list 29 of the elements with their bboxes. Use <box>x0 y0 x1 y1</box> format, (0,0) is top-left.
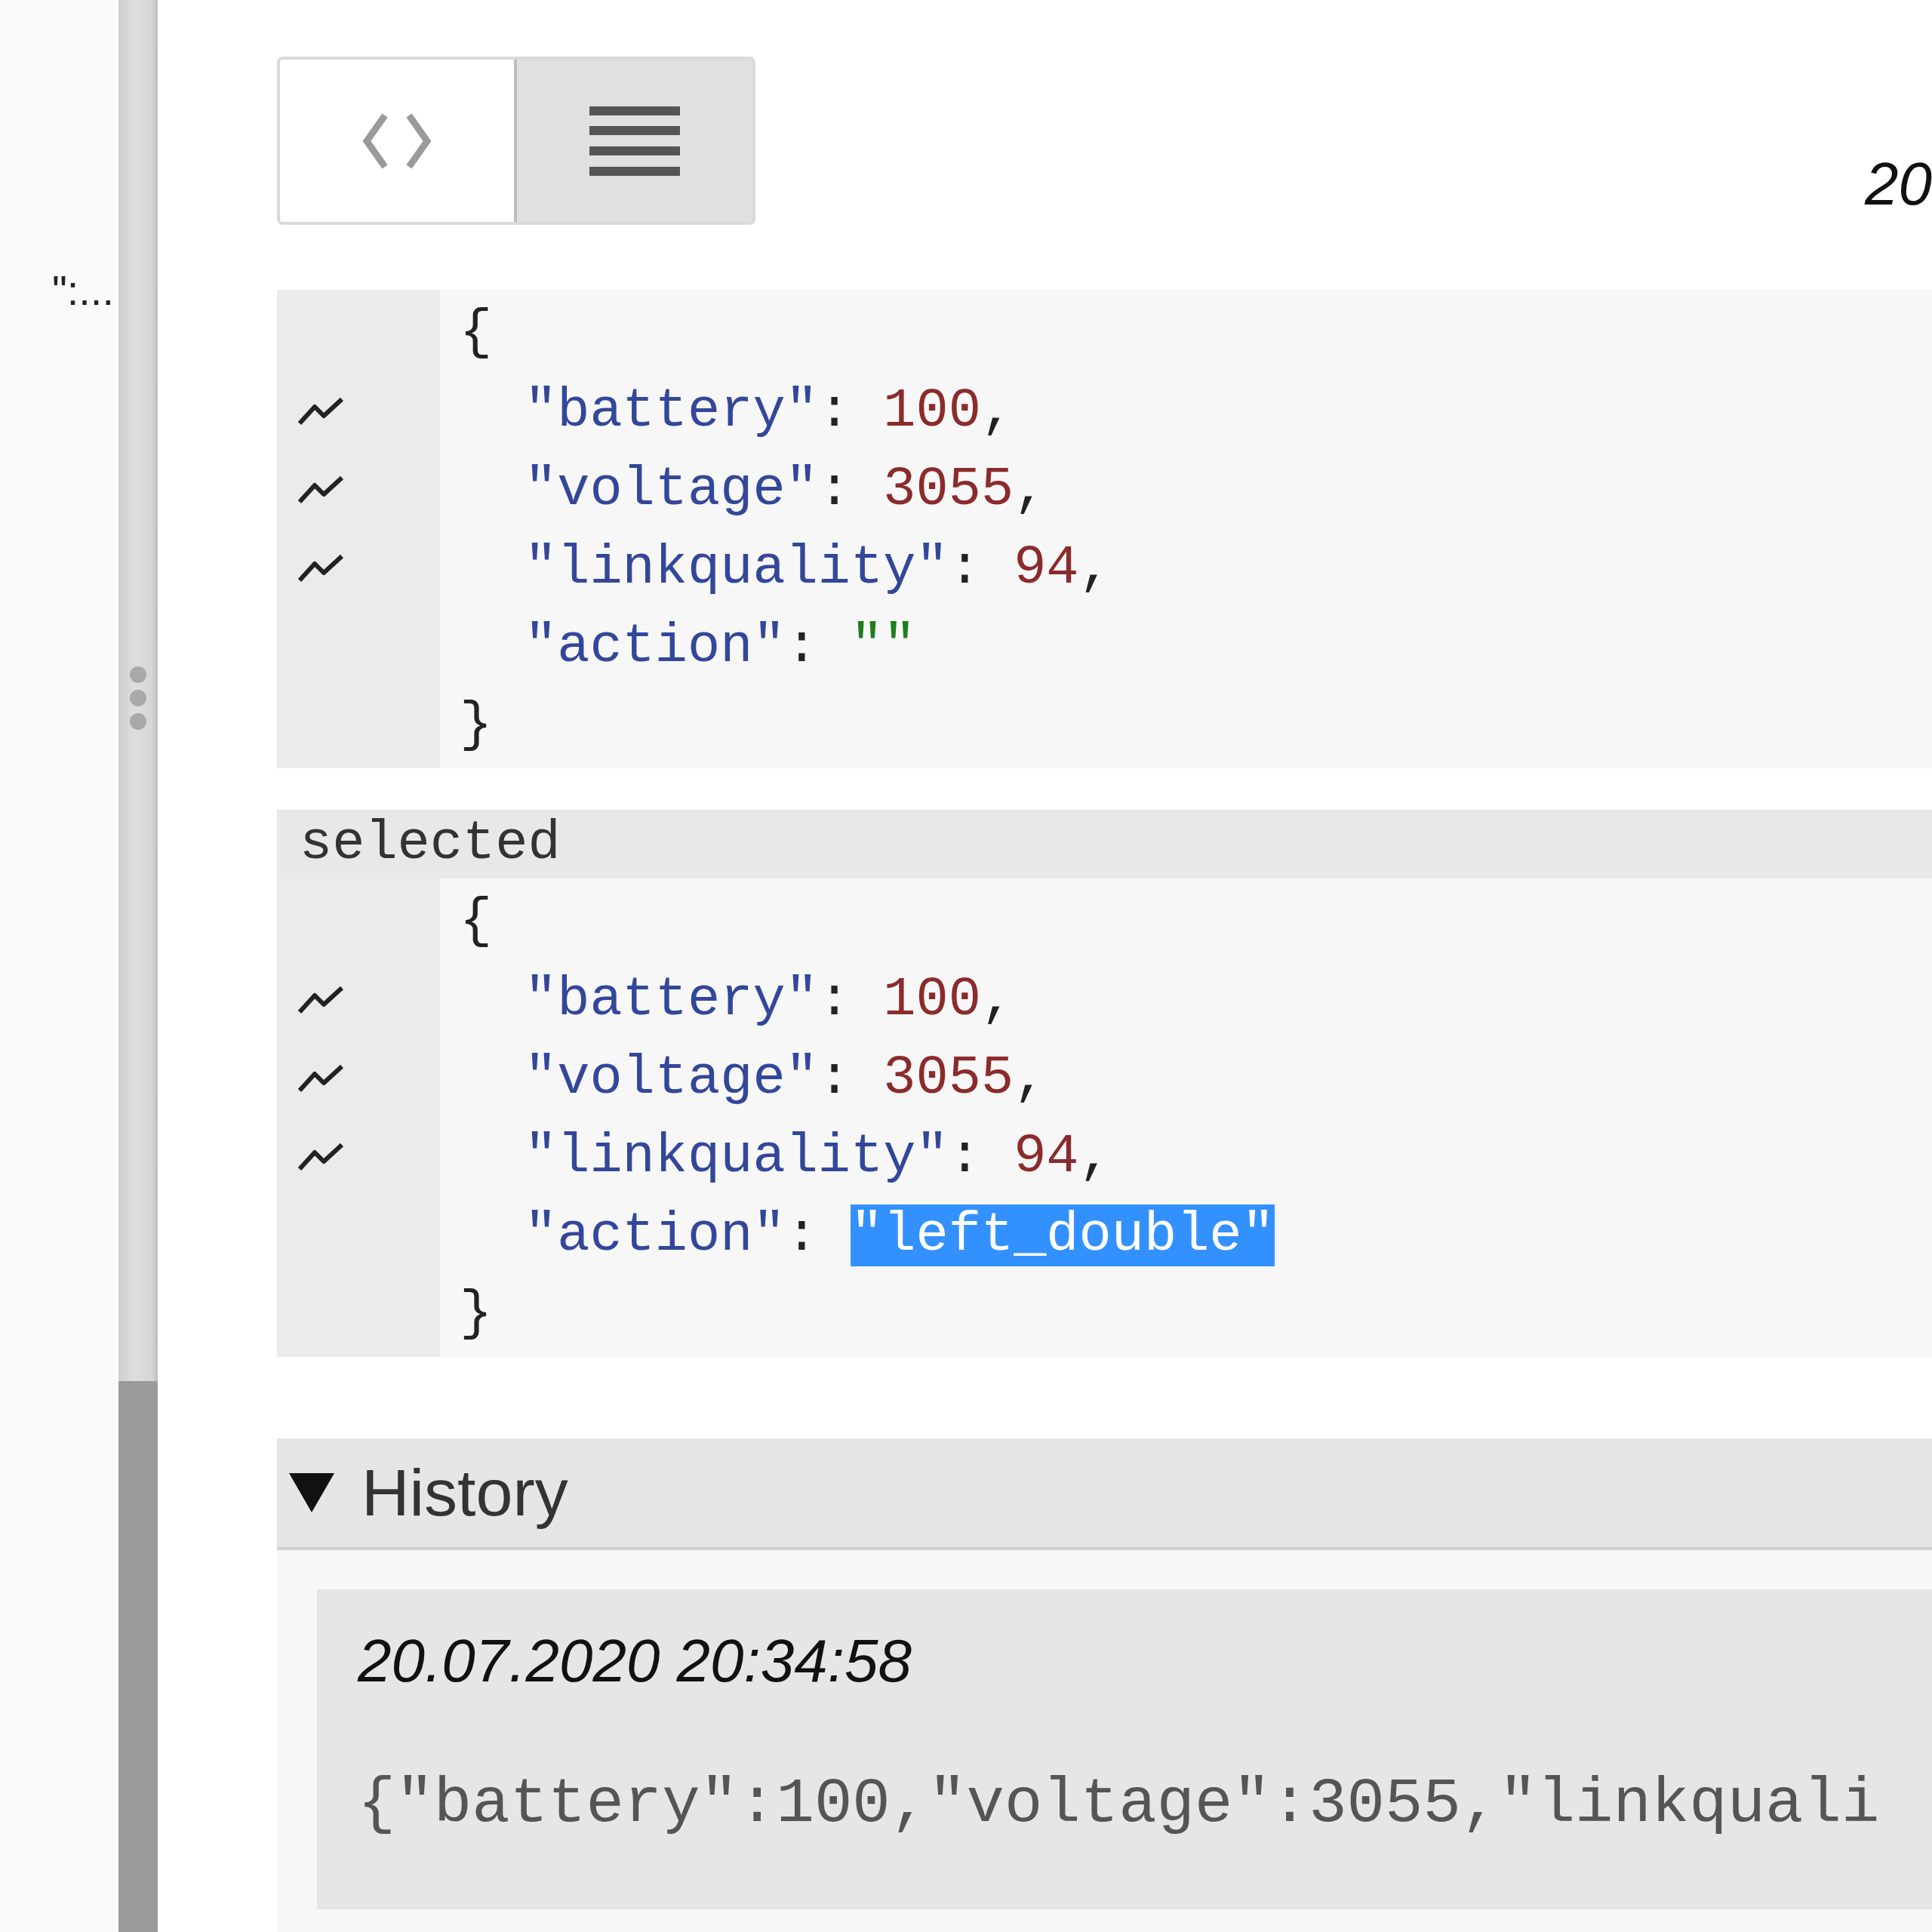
code-line: } <box>459 694 493 758</box>
chart-icon[interactable] <box>297 475 345 505</box>
entry-time: 20.07.2020 20:34:58 <box>358 1626 912 1696</box>
timestamp: 20 <box>1865 149 1932 219</box>
sidebar-text: ":... <box>51 266 115 315</box>
code-line: } <box>459 1282 493 1346</box>
chart-icon[interactable] <box>297 1142 345 1172</box>
code-line: { <box>459 890 493 954</box>
code-line: "battery": 100, <box>524 968 1014 1032</box>
code-line: "linkquality": 94, <box>524 537 1112 601</box>
menu-icon <box>589 106 680 176</box>
grip-icon <box>129 666 147 731</box>
entry-payload: {"battery":100,"voltage":3055,"linkquali <box>358 1767 1880 1841</box>
chart-icon[interactable] <box>297 1063 345 1094</box>
scrollbar-thumb[interactable] <box>118 1381 158 1932</box>
section-header: selected <box>277 810 1932 878</box>
chart-icon[interactable] <box>297 985 345 1015</box>
code-line: { <box>459 301 493 365</box>
splitter-handle[interactable] <box>118 0 158 1381</box>
history-header[interactable]: History <box>277 1438 1932 1550</box>
chart-icon[interactable] <box>297 553 345 583</box>
code-line: "linkquality": 94, <box>524 1125 1112 1189</box>
chart-icon[interactable] <box>297 396 345 426</box>
code-line: "action": "" <box>524 615 916 679</box>
code-line: "battery": 100, <box>524 380 1014 444</box>
code-line: "voltage": 3055, <box>524 1047 1047 1111</box>
history-title: History <box>361 1454 568 1531</box>
code-line: "voltage": 3055, <box>524 458 1047 522</box>
list-view-button[interactable] <box>514 60 752 222</box>
